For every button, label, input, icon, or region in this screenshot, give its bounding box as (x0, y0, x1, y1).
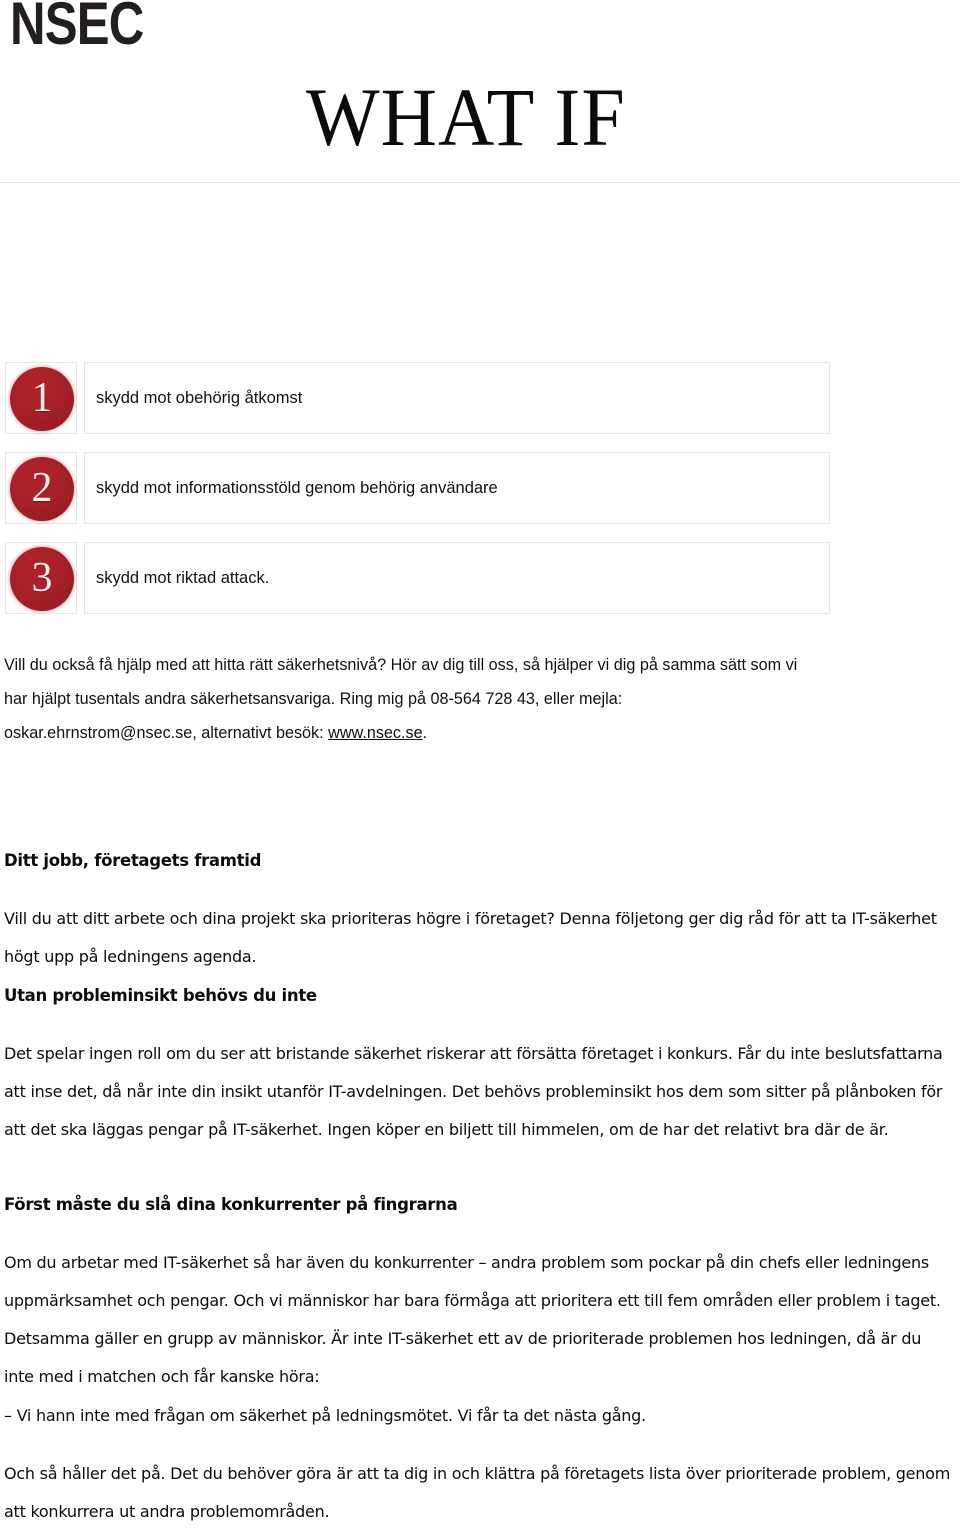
list-item-text-cell: skydd mot riktad attack. (84, 542, 830, 614)
section-body: Det spelar ingen roll om du ser att bris… (4, 1044, 943, 1139)
contact-line-3-suffix: . (422, 724, 428, 742)
list-item-badge-cell: 2 (5, 452, 77, 524)
list-item-label: skydd mot riktad attack. (96, 568, 270, 587)
number-badge-value: 1 (31, 375, 53, 422)
list-item-badge-cell: 3 (5, 542, 77, 614)
numbered-list: 1 skydd mot obehörig åtkomst 2 skydd mot… (0, 362, 960, 632)
contact-paragraph: Vill du också få hjälp med att hitta rät… (4, 648, 804, 750)
section-tail: – Vi hann inte med frågan om säkerhet på… (4, 1397, 952, 1531)
nsec-logo: NSEC (10, 0, 144, 57)
contact-line-1: Vill du också få hjälp med att hitta rät… (4, 656, 658, 674)
section-heading: Först måste du slå dina konkurrenter på … (4, 1195, 458, 1214)
number-badge-icon: 2 (10, 457, 74, 521)
section-body: Om du arbetar med IT-säkerhet så har äve… (4, 1253, 941, 1386)
section-ditt-jobb: Ditt jobb, företagets framtid Vill du at… (4, 842, 952, 976)
document-header: NSEC WHAT IF (0, 0, 960, 183)
section-utan-probleminsikt: Utan probleminsikt behövs du inte Det sp… (4, 977, 952, 1149)
number-badge-value: 3 (31, 555, 53, 602)
section-body: Vill du att ditt arbete och dina projekt… (4, 909, 937, 966)
list-item-text-cell: skydd mot obehörig åtkomst (84, 362, 830, 434)
list-item-label: skydd mot informationsstöld genom behöri… (96, 478, 498, 497)
list-item: 2 skydd mot informationsstöld genom behö… (0, 452, 960, 524)
list-item-text-cell: skydd mot informationsstöld genom behöri… (84, 452, 830, 524)
quote-line: – Vi hann inte med frågan om säkerhet på… (4, 1406, 646, 1425)
number-badge-icon: 3 (10, 547, 74, 611)
list-item-label: skydd mot obehörig åtkomst (96, 388, 303, 407)
closing-paragraph: Och så håller det på. Det du behöver gör… (4, 1464, 951, 1521)
list-item: 1 skydd mot obehörig åtkomst (0, 362, 960, 434)
section-heading: Ditt jobb, företagets framtid (4, 851, 262, 870)
list-item-badge-cell: 1 (5, 362, 77, 434)
section-forst-maste: Först måste du slå dina konkurrenter på … (4, 1186, 952, 1396)
list-item: 3 skydd mot riktad attack. (0, 542, 960, 614)
header-divider (0, 182, 960, 183)
number-badge-icon: 1 (10, 367, 74, 431)
section-heading: Utan probleminsikt behövs du inte (4, 986, 317, 1005)
number-badge-value: 2 (31, 465, 53, 512)
page-title: WHAT IF (306, 70, 626, 163)
nsec-website-link[interactable]: www.nsec.se (328, 724, 422, 742)
